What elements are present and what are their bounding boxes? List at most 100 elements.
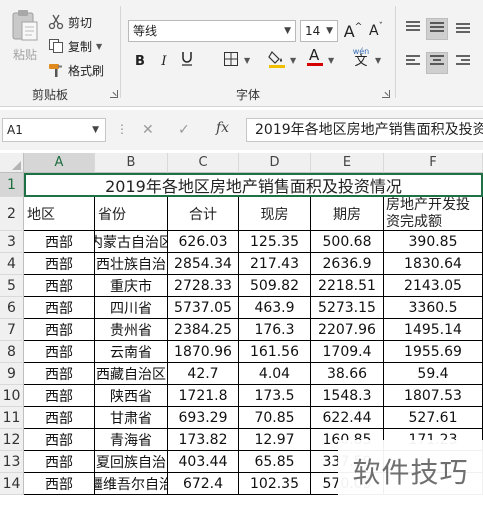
data-cell[interactable]: 161.56 [239,341,311,363]
row-header-8[interactable]: 8 [0,341,24,363]
data-cell[interactable]: 38.66 [311,363,384,385]
data-cell[interactable]: 173.82 [168,429,239,451]
font-launcher-icon[interactable] [382,90,390,98]
data-cell[interactable]: 70.85 [239,407,311,429]
italic-button[interactable]: I [154,50,174,72]
data-cell[interactable]: 3360.5 [384,297,483,319]
data-cell[interactable]: 2218.51 [311,275,384,297]
row-header-7[interactable]: 7 [0,319,24,341]
data-cell[interactable]: 403.44 [168,451,239,473]
row-header-6[interactable]: 6 [0,297,24,319]
underline-button[interactable] [180,50,194,72]
column-header-a[interactable]: A [24,153,95,173]
column-header-b[interactable]: B [95,153,168,173]
data-cell[interactable]: 1830.64 [384,253,483,275]
data-cell[interactable]: 西部 [24,473,95,495]
data-cell[interactable]: 463.9 [239,297,311,319]
data-cell[interactable]: 509.82 [239,275,311,297]
row-header-13[interactable]: 13 [0,451,24,473]
data-cell[interactable]: 693.29 [168,407,239,429]
row-header-2[interactable]: 2 [0,197,24,231]
data-cell[interactable]: 西部 [24,253,95,275]
cancel-icon[interactable]: ✕ [142,122,154,138]
data-cell[interactable]: 1807.53 [384,385,483,407]
data-cell[interactable]: 青海省 [95,429,168,451]
data-cell[interactable]: 云南省 [95,341,168,363]
align-bottom-button[interactable] [452,18,474,40]
data-cell[interactable]: 1495.14 [384,319,483,341]
paste-button[interactable]: 粘贴 [6,8,44,68]
decrease-font-size-button[interactable]: Aˇ [366,20,386,42]
data-cell[interactable]: 西部 [24,363,95,385]
column-title-cell[interactable]: 期房 [311,197,384,231]
clipboard-launcher-icon[interactable] [110,90,118,98]
row-header-12[interactable]: 12 [0,429,24,451]
data-cell[interactable]: 500.68 [311,231,384,253]
format-painter-button[interactable]: 格式刷 [48,60,104,80]
data-cell[interactable]: 新疆维吾尔自治区 [95,473,168,495]
bold-button[interactable]: B [130,50,150,72]
row-header-4[interactable]: 4 [0,253,24,275]
data-cell[interactable]: 2384.25 [168,319,239,341]
data-cell[interactable]: 125.35 [239,231,311,253]
data-cell[interactable]: 西藏自治区 [95,363,168,385]
insert-function-button[interactable]: fx [216,120,229,136]
column-title-cell[interactable]: 现房 [239,197,311,231]
align-left-button[interactable] [402,52,424,74]
data-cell[interactable]: 173.5 [239,385,311,407]
data-cell[interactable]: 626.03 [168,231,239,253]
chevron-down-icon[interactable]: ▼ [96,42,102,51]
data-cell[interactable]: 1709.4 [311,341,384,363]
cut-button[interactable]: 剪切 [48,12,92,32]
data-cell[interactable]: 12.97 [239,429,311,451]
data-cell[interactable]: 2143.05 [384,275,483,297]
data-cell[interactable]: 四川省 [95,297,168,319]
align-right-button[interactable] [452,52,474,74]
data-cell[interactable]: 西部 [24,385,95,407]
data-cell[interactable]: 217.43 [239,253,311,275]
font-name-select[interactable]: 等线 ▼ [128,20,296,42]
column-header-e[interactable]: E [311,153,384,173]
chevron-down-icon[interactable]: ▼ [290,56,296,65]
row-header-9[interactable]: 9 [0,363,24,385]
data-cell[interactable]: 672.4 [168,473,239,495]
data-cell[interactable]: 4.04 [239,363,311,385]
row-header-10[interactable]: 10 [0,385,24,407]
data-cell[interactable]: 广西壮族自治区 [95,253,168,275]
column-header-c[interactable]: C [168,153,239,173]
row-header-11[interactable]: 11 [0,407,24,429]
data-cell[interactable]: 527.61 [384,407,483,429]
chevron-down-icon[interactable]: ▼ [375,56,381,65]
data-cell[interactable]: 42.7 [168,363,239,385]
align-center-button[interactable] [426,52,448,74]
data-cell[interactable]: 西部 [24,231,95,253]
data-cell[interactable]: 1955.69 [384,341,483,363]
chevron-down-icon[interactable]: ▼ [328,56,334,65]
select-all-button[interactable] [0,153,24,173]
data-cell[interactable]: 西部 [24,429,95,451]
more-options-icon[interactable]: ⋮ [116,122,128,136]
data-cell[interactable]: 2854.34 [168,253,239,275]
confirm-icon[interactable]: ✓ [178,122,190,138]
copy-button[interactable]: 复制 ▼ [48,36,102,56]
data-cell[interactable]: 甘肃省 [95,407,168,429]
data-cell[interactable]: 2636.9 [311,253,384,275]
data-cell[interactable]: 西部 [24,341,95,363]
data-cell[interactable]: 西部 [24,297,95,319]
data-cell[interactable]: 2728.33 [168,275,239,297]
chevron-down-icon[interactable]: ▼ [244,56,250,65]
increase-font-size-button[interactable]: A ^ [343,20,363,42]
row-header-5[interactable]: 5 [0,275,24,297]
font-color-button[interactable]: A [304,46,326,70]
row-header-1[interactable]: 1 [0,173,24,197]
align-top-button[interactable] [402,18,424,40]
column-title-cell[interactable]: 合计 [168,197,239,231]
column-title-cell[interactable]: 地区 [24,197,95,231]
data-cell[interactable]: 西部 [24,451,95,473]
data-cell[interactable]: 5273.15 [311,297,384,319]
data-cell[interactable]: 西部 [24,275,95,297]
column-header-d[interactable]: D [239,153,311,173]
data-cell[interactable]: 65.85 [239,451,311,473]
data-cell[interactable]: 1548.3 [311,385,384,407]
data-cell[interactable]: 390.85 [384,231,483,253]
